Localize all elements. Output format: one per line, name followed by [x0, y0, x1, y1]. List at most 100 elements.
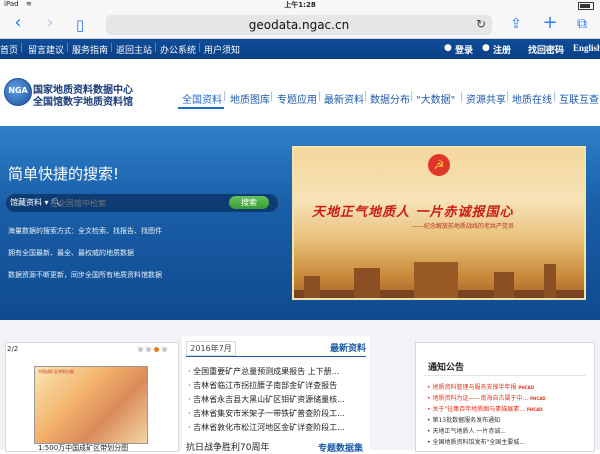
banner-slogan: 天地正气地质人 一片赤诚报国心: [312, 205, 514, 220]
divider: |: [270, 91, 274, 102]
notice-item[interactable]: • 关于"征集百年地质图与素描展素... PHCAD: [427, 404, 543, 413]
divider: |: [553, 91, 557, 102]
china-mineral-map-image[interactable]: [34, 366, 148, 444]
tab-latest-data[interactable]: 最新资料: [324, 91, 364, 106]
clock: 上午1:28: [284, 1, 316, 9]
logo-text: NGA: [8, 86, 28, 95]
carousel-pager: 2/2: [7, 345, 19, 353]
news-item[interactable]: · 吉林省集安市米架子一带铁矿普查阶段工...: [188, 408, 345, 419]
search-category-label: 馆藏资料: [10, 198, 42, 207]
login-link[interactable]: 登录: [455, 43, 473, 56]
new-badge: PHCAD: [530, 396, 546, 401]
notice-item-text: 关于"征集百年地质图与素描展素...: [432, 406, 525, 413]
hero-feature-line: 拥有全国最新、最全、最权威的地质数据: [8, 249, 134, 257]
hero-feature-line: 海量数据的搜索方式：全文检索、找报告、找图件: [8, 227, 162, 235]
chevron-left-icon[interactable]: ‹: [8, 14, 28, 32]
register-link[interactable]: 注册: [493, 43, 511, 56]
carousel-dot[interactable]: [138, 347, 143, 352]
user-icon: ●: [482, 43, 490, 53]
nga-logo: NGA: [4, 78, 32, 106]
nav-home-link[interactable]: 首页: [0, 43, 18, 56]
divider: |: [110, 43, 114, 53]
notice-item[interactable]: • 全国地质资料馆发布"全国主要城...: [427, 437, 525, 446]
share-icon[interactable]: ⇪: [506, 15, 526, 33]
chevron-right-icon[interactable]: ›: [40, 14, 60, 32]
divider: |: [223, 91, 227, 102]
date-tab[interactable]: 2016年7月: [186, 341, 236, 356]
address-bar[interactable]: geodata.ngac.cn ↻: [106, 15, 492, 35]
news-item-text: 吉林省永吉县大黑山矿区钼矿资源储量核...: [193, 395, 345, 404]
notice-item-text: 地质资料管理与服务支撑半年报: [432, 384, 517, 391]
tab-data-distribution[interactable]: 数据分布: [370, 91, 410, 106]
divider: |: [66, 43, 70, 53]
divider: |: [506, 91, 510, 102]
tab-resource-sharing[interactable]: 资源共享: [466, 91, 506, 106]
divider: |: [364, 91, 368, 102]
hero-title: 简单快捷的搜索!: [8, 165, 120, 183]
book-icon[interactable]: ▯: [70, 16, 90, 34]
news-item[interactable]: · 吉林省敦化市松江河地区金矿详查阶段工...: [188, 422, 345, 433]
notice-item[interactable]: • 地质资料管理与服务支撑半年报 PHCAD: [427, 382, 534, 391]
tab-geology-online[interactable]: 地质在线: [512, 91, 552, 106]
battery-icon: [578, 2, 594, 10]
tab-interconnect[interactable]: 互联互查: [559, 91, 599, 106]
divider: [424, 375, 586, 376]
nav-user-notice-link[interactable]: 用户须知: [204, 43, 240, 56]
active-tab-indicator: [178, 107, 224, 109]
tab-big-data[interactable]: "大数据": [416, 91, 455, 106]
notice-item-text: 全国地质资料馆发布"全国主要城...: [432, 439, 525, 446]
browser-toolbar: ‹ › ▯ geodata.ngac.cn ↻ ⇪ + ⧉: [0, 10, 600, 39]
reload-icon[interactable]: ↻: [476, 17, 486, 31]
notice-item[interactable]: • 天地正气地质人 一片赤诚...: [427, 426, 506, 435]
divider: |: [198, 43, 202, 53]
latest-data-heading[interactable]: 最新资料: [330, 341, 366, 354]
notice-item[interactable]: • 第13批数据服务发布通知: [427, 415, 500, 424]
carousel-dot-active[interactable]: [154, 347, 159, 352]
news-item[interactable]: · 全国重要矿产总量预测成果报告 上下册...: [188, 366, 339, 377]
search-input[interactable]: [50, 196, 220, 210]
party-emblem-icon: ☭: [428, 154, 450, 176]
notice-item-text: 第13批数据服务发布通知: [432, 417, 501, 424]
anniversary-tab[interactable]: 抗日战争胜利70周年: [186, 440, 269, 453]
cityscape-illustration: [294, 258, 584, 298]
tabs-icon[interactable]: ⧉: [572, 15, 592, 33]
nav-office-link[interactable]: 办公系统: [160, 43, 196, 56]
banner-image[interactable]: ☭ 天地正气地质人 一片赤诚报国心 ——纪念解放前地质战线的老共产党员: [292, 146, 586, 300]
lock-icon: ●: [444, 43, 452, 53]
forgot-password-link[interactable]: 找回密码: [528, 43, 564, 56]
nav-feedback-link[interactable]: 留言建议: [28, 43, 64, 56]
notice-item[interactable]: • 地质资料为证——南海自古属于中... PHCAD: [427, 393, 546, 402]
news-item[interactable]: · 吉林省临江市拐拉腰子南部金矿详查报告: [188, 380, 337, 391]
notices-heading: 通知公告: [428, 363, 465, 373]
divider: |: [460, 91, 464, 102]
english-link[interactable]: English: [573, 43, 600, 53]
divider: |: [20, 43, 24, 53]
divider: |: [154, 43, 158, 53]
divider: |: [318, 91, 322, 102]
map-title: 中国成矿区带划分图: [38, 369, 74, 374]
carousel-dot[interactable]: [146, 347, 151, 352]
divider: [186, 356, 366, 357]
notice-item-text: 地质资料为证——南海自古属于中...: [432, 395, 529, 402]
hero-feature-line: 数据资源不断更新，同步全国所有地质资料馆数据: [8, 271, 162, 279]
notice-item-text: 天地正气地质人 一片赤诚...: [432, 428, 507, 435]
topic-datasets-heading[interactable]: 专题数据集: [318, 441, 363, 454]
divider: |: [410, 91, 414, 102]
map-caption[interactable]: 1:500万中国成矿区带划分图: [38, 443, 128, 453]
news-item-text: 吉林省敦化市松江河地区金矿详查阶段工...: [193, 423, 345, 432]
nav-main-site-link[interactable]: 返回主站: [116, 43, 152, 56]
status-bar: iPad ≋ 上午1:28: [0, 0, 600, 10]
nav-guide-link[interactable]: 服务指南: [72, 43, 108, 56]
news-item-text: 全国重要矿产总量预测成果报告 上下册...: [193, 367, 340, 376]
news-item-text: 吉林省集安市米架子一带铁矿普查阶段工...: [193, 409, 345, 418]
news-item[interactable]: · 吉林省永吉县大黑山矿区钼矿资源储量核...: [188, 394, 345, 405]
tab-map-library[interactable]: 地质图库: [230, 91, 270, 106]
search-button[interactable]: 搜索: [229, 196, 269, 209]
carousel-dot[interactable]: [162, 347, 167, 352]
tab-topic-apps[interactable]: 专题应用: [277, 91, 317, 106]
news-item-text: 吉林省临江市拐拉腰子南部金矿详查报告: [193, 381, 338, 390]
site-top-nav: 首页 | 留言建议 | 服务指南 | 返回主站 | 办公系统 | 用户须知 ● …: [0, 39, 600, 59]
plus-icon[interactable]: +: [540, 14, 560, 32]
new-badge: PHCAD: [518, 385, 535, 390]
tab-national-data[interactable]: 全国资料: [182, 91, 222, 106]
